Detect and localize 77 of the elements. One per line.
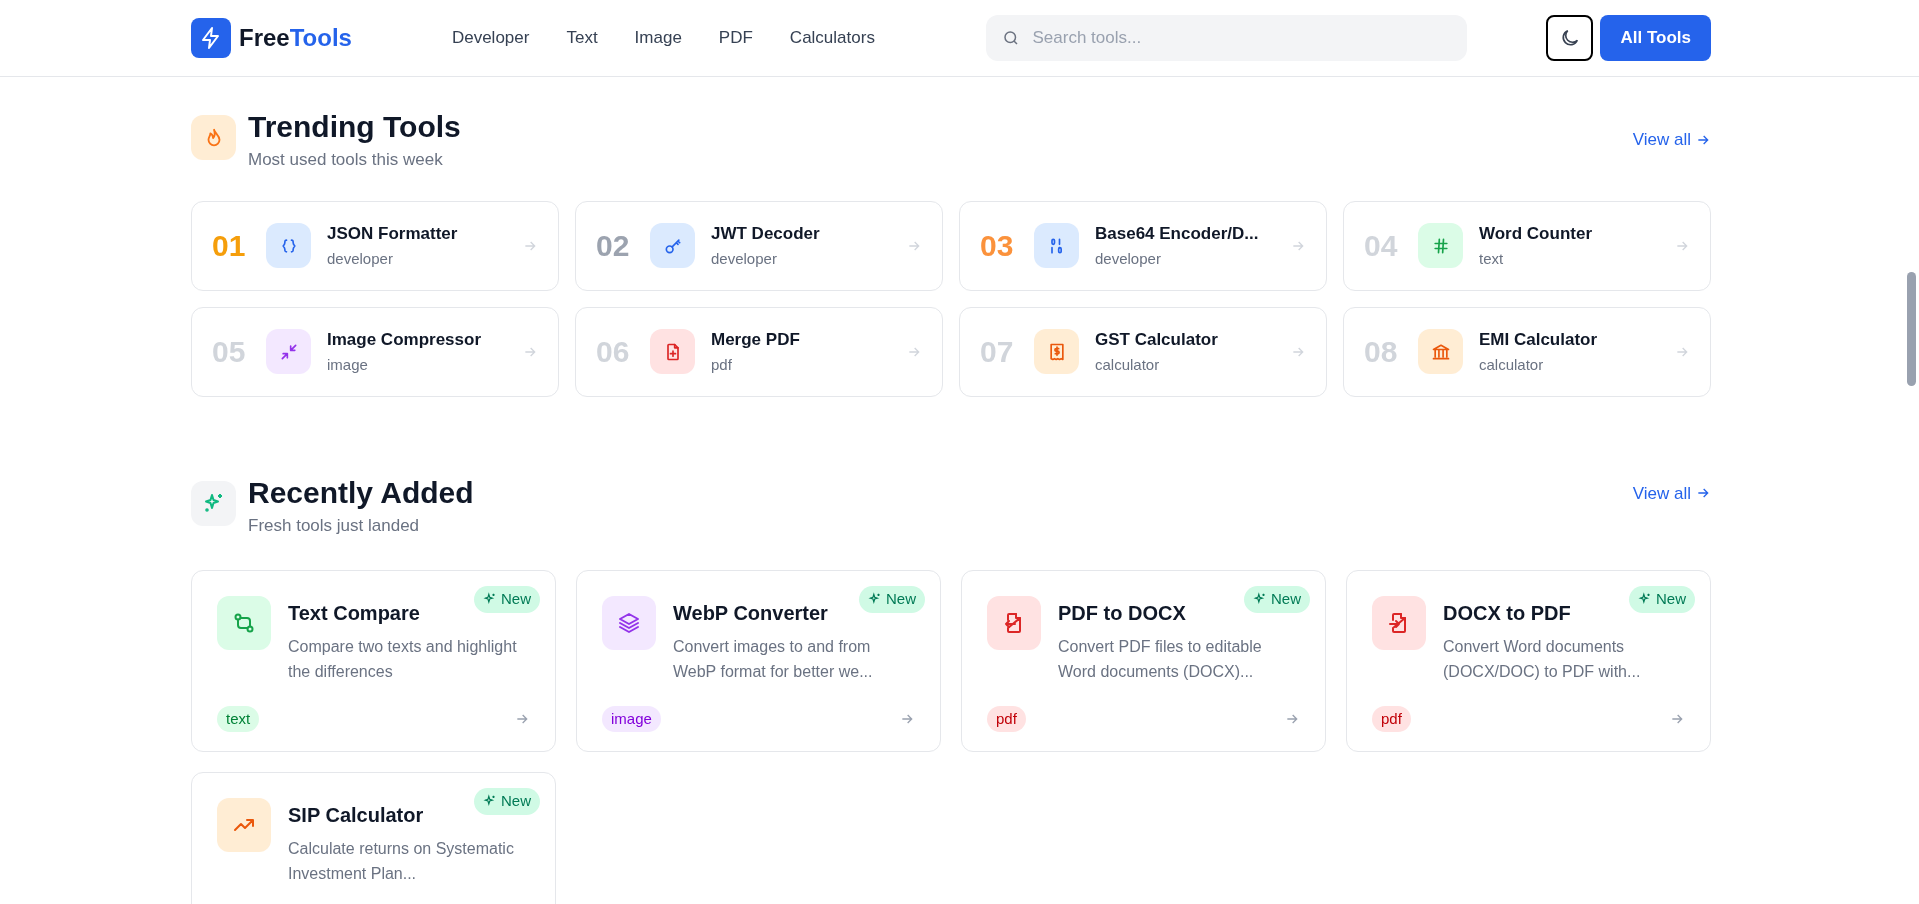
- tool-category: developer: [327, 249, 394, 269]
- dark-mode-toggle[interactable]: [1546, 15, 1594, 61]
- tool-card[interactable]: New PDF to DOCX Convert PDF files to editable Word documents (DOCX)... pdf: [961, 570, 1326, 752]
- search-field[interactable]: Search tools...: [986, 15, 1468, 61]
- key-icon: [650, 223, 695, 268]
- new-badge: New: [474, 788, 540, 815]
- tool-description: Compare two texts and highlight the differences: [288, 637, 518, 682]
- view-all-link[interactable]: View all: [1632, 127, 1711, 153]
- tool-category: image: [327, 355, 369, 375]
- tool-card[interactable]: 01 JSON Formatter developer: [191, 200, 559, 291]
- all-tools-button[interactable]: All Tools: [1600, 15, 1711, 61]
- shrink-arrows-icon: [266, 329, 311, 374]
- nav-link[interactable]: Developer: [451, 25, 530, 51]
- tool-description: Convert Word documents (DOCX/DOC) to PDF with...: [1443, 637, 1642, 682]
- layers-icon: [602, 596, 656, 650]
- category-tag: pdf: [987, 705, 1026, 732]
- tool-category: text: [1479, 249, 1505, 269]
- new-badge: New: [474, 586, 540, 613]
- tool-category: calculator: [1479, 355, 1545, 375]
- tool-card[interactable]: New SIP Calculator Calculate returns on Systematic Investment Plan...: [191, 772, 556, 904]
- tool-category: developer: [1095, 249, 1162, 269]
- tool-card[interactable]: New WebP Converter Convert images to and from WebP format for better we... image: [576, 570, 941, 752]
- logo-text[interactable]: FreeTools: [239, 20, 352, 56]
- tool-category: pdf: [711, 355, 733, 375]
- section-title: Recently Added: [248, 474, 474, 511]
- section-subtitle: Most used tools this week: [248, 149, 444, 171]
- logo-icon[interactable]: [191, 18, 231, 58]
- rank-number: 03: [980, 228, 1015, 264]
- tool-category: calculator: [1095, 355, 1161, 375]
- nav-link[interactable]: Image: [634, 25, 682, 51]
- tool-name: WebP Converter: [673, 601, 828, 626]
- new-badge: New: [1629, 586, 1695, 613]
- tool-name: Text Compare: [288, 601, 420, 626]
- scrollbar-drawing[interactable]: [1907, 272, 1916, 386]
- braces-icon: [266, 223, 311, 268]
- file-plus-icon: [650, 329, 695, 374]
- tool-name: Image Compressor: [327, 328, 482, 351]
- tool-description: Calculate returns on Systematic Investment Plan...: [288, 839, 515, 884]
- tool-card[interactable]: New Text Compare Compare two texts and highlight the differences text: [191, 570, 556, 752]
- tool-name: SIP Calculator: [288, 803, 424, 828]
- tool-name: EMI Calculator: [1479, 328, 1599, 351]
- tool-card[interactable]: 02 JWT Decoder developer: [575, 200, 943, 291]
- rank-number: 02: [596, 228, 631, 264]
- new-badge: New: [859, 586, 925, 613]
- receipt-icon: [1034, 329, 1079, 374]
- sparkles-icon: [191, 480, 236, 526]
- tool-name: Word Counter: [1479, 222, 1593, 245]
- tool-name: JWT Decoder: [711, 222, 821, 245]
- tool-name: GST Calculator: [1095, 328, 1219, 351]
- new-badge: New: [1244, 586, 1310, 613]
- category-tag: image: [602, 705, 661, 732]
- section-title: Trending Tools: [248, 109, 461, 145]
- nav-link[interactable]: PDF: [718, 25, 753, 51]
- nav-link[interactable]: Text: [566, 25, 598, 51]
- section-subtitle: Fresh tools just landed: [248, 514, 421, 537]
- tool-description: Convert images to and from WebP format for better we...: [673, 637, 874, 682]
- tool-description: Convert PDF files to editable Word documents (DOCX)...: [1058, 637, 1263, 682]
- tool-card[interactable]: 03 Base64 Encoder/D... developer: [959, 200, 1327, 291]
- moon-icon: [1559, 27, 1581, 49]
- flame-icon: [191, 115, 236, 160]
- trending-up-icon: [217, 798, 271, 852]
- tool-category: developer: [711, 249, 778, 269]
- tool-name: Base64 Encoder/D...: [1095, 222, 1260, 245]
- tool-name: PDF to DOCX: [1058, 601, 1186, 626]
- category-tag: text: [217, 705, 260, 732]
- binary-icon: [1034, 223, 1079, 268]
- view-all-link[interactable]: View all: [1632, 480, 1711, 506]
- tool-name: JSON Formatter: [327, 222, 459, 245]
- nav-link[interactable]: Calculators: [789, 25, 875, 51]
- rank-number: 01: [212, 228, 247, 264]
- tool-name: DOCX to PDF: [1443, 601, 1571, 626]
- tool-card[interactable]: New DOCX to PDF Convert Word documents (DOCX/DOC) to PDF with... pdf: [1346, 570, 1711, 752]
- hash-icon: [1418, 223, 1463, 268]
- git-compare-icon: [217, 596, 271, 650]
- bank-icon: [1418, 329, 1463, 374]
- category-tag: pdf: [1372, 705, 1411, 732]
- tool-name: Merge PDF: [711, 328, 801, 351]
